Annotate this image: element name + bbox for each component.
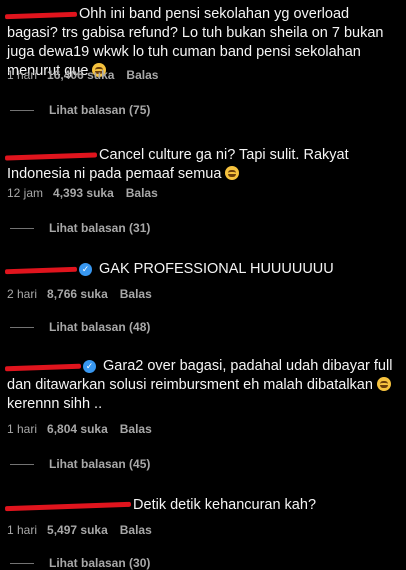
- username[interactable]: [4, 357, 82, 376]
- view-replies-button[interactable]: Lihat balasan (75): [10, 103, 150, 117]
- comment-text: ✓ GAK PROFESSIONAL HUUUUUUU: [4, 260, 402, 279]
- timestamp: 1 hari: [7, 422, 38, 436]
- comment-text: ✓ Gara2 over bagasi, padahal udah dibaya…: [4, 357, 402, 414]
- verified-badge-icon: ✓: [83, 360, 96, 373]
- rofl-emoji-icon: [225, 166, 240, 180]
- comment-meta: 1 hari 6,804 suka Balas: [7, 422, 152, 436]
- timestamp: 1 hari: [7, 68, 38, 82]
- timestamp: 2 hari: [7, 287, 38, 301]
- reply-button[interactable]: Balas: [120, 523, 152, 537]
- like-count[interactable]: 4,393 suka: [53, 186, 114, 200]
- verified-badge-icon: ✓: [79, 263, 92, 276]
- like-count[interactable]: 6,804 suka: [47, 422, 108, 436]
- like-count[interactable]: 16,406 suka: [47, 68, 114, 82]
- grinning-sweat-emoji-icon: [376, 377, 391, 391]
- comment-text: Detik detik kehancuran kah?: [4, 496, 402, 515]
- like-count[interactable]: 8,766 suka: [47, 287, 108, 301]
- username[interactable]: [4, 146, 98, 165]
- like-count[interactable]: 5,497 suka: [47, 523, 108, 537]
- divider-line: [10, 562, 34, 564]
- comment-meta: 12 jam 4,393 suka Balas: [7, 186, 158, 200]
- username[interactable]: [4, 5, 78, 24]
- view-replies-button[interactable]: Lihat balasan (48): [10, 320, 150, 334]
- comment-meta: 1 hari 5,497 suka Balas: [7, 523, 152, 537]
- divider-line: [10, 109, 34, 111]
- view-replies-button[interactable]: Lihat balasan (45): [10, 457, 150, 471]
- timestamp: 12 jam: [7, 186, 44, 200]
- divider-line: [10, 463, 34, 465]
- reply-button[interactable]: Balas: [126, 186, 158, 200]
- username[interactable]: [4, 496, 132, 515]
- comment-meta: 1 hari 16,406 suka Balas: [7, 68, 158, 82]
- view-replies-button[interactable]: Lihat balasan (30): [10, 556, 150, 570]
- reply-button[interactable]: Balas: [126, 68, 158, 82]
- comment-meta: 2 hari 8,766 suka Balas: [7, 287, 152, 301]
- username[interactable]: [4, 260, 78, 279]
- timestamp: 1 hari: [7, 523, 38, 537]
- divider-line: [10, 227, 34, 229]
- reply-button[interactable]: Balas: [120, 287, 152, 301]
- divider-line: [10, 326, 34, 328]
- reply-button[interactable]: Balas: [120, 422, 152, 436]
- comment-text: Cancel culture ga ni? Tapi sulit. Rakyat…: [4, 146, 402, 184]
- view-replies-button[interactable]: Lihat balasan (31): [10, 221, 150, 235]
